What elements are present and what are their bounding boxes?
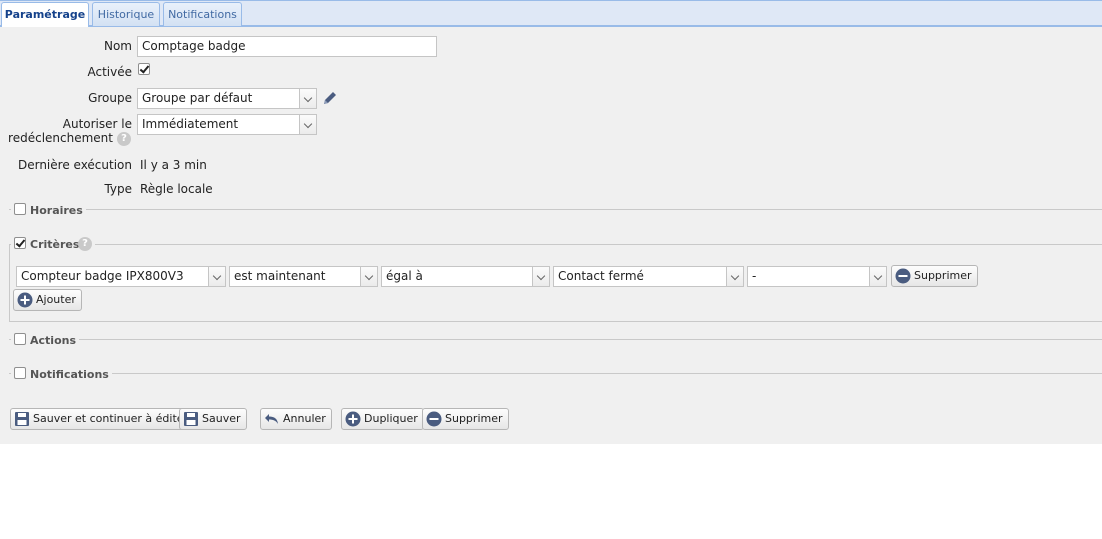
type-label: Type [104, 182, 132, 196]
criteria-left-border [9, 244, 10, 322]
name-label: Nom [103, 39, 132, 53]
notifications-checkbox[interactable] [14, 367, 26, 379]
chevron-down-icon[interactable] [360, 267, 377, 286]
minus-circle-icon [426, 411, 442, 427]
group-select[interactable]: Groupe par défaut [137, 88, 317, 109]
schedules-divider [9, 209, 1102, 210]
tab-historique[interactable]: Historique [92, 2, 160, 26]
minus-circle-icon [895, 268, 911, 284]
chevron-down-icon[interactable] [869, 267, 886, 286]
criteria-delete-label: Supprimer [914, 269, 972, 282]
actions-divider [9, 339, 1102, 340]
undo-arrow-icon [265, 414, 278, 424]
criteria-device-value: Compteur badge IPX800V3 [21, 269, 184, 283]
tab-parametrage[interactable]: Paramétrage [1, 2, 89, 27]
retrigger-select[interactable]: Immédiatement [137, 114, 317, 135]
notifications-divider [9, 373, 1102, 374]
delete-label: Supprimer [445, 412, 503, 425]
schedules-checkbox[interactable] [14, 203, 26, 215]
save-button[interactable]: Sauver [179, 408, 247, 430]
group-label: Groupe [88, 91, 132, 105]
retrigger-label-line2: redéclenchement [8, 131, 113, 145]
schedules-title: Horaires [30, 204, 86, 217]
save-continue-button[interactable]: Sauver et continuer à éditer [10, 408, 195, 430]
tab-notifications[interactable]: Notifications [163, 2, 242, 26]
edit-pencil-icon[interactable] [321, 89, 339, 107]
plus-circle-icon [345, 411, 361, 427]
add-criteria-button[interactable]: Ajouter [13, 289, 82, 311]
cancel-label: Annuler [283, 412, 326, 425]
schedules-legend: Horaires [11, 202, 86, 218]
criteria-value-select[interactable]: Contact fermé [553, 266, 744, 287]
chevron-down-icon[interactable] [726, 267, 743, 286]
name-input[interactable]: Comptage badge [137, 36, 437, 57]
criteria-operator-select[interactable]: égal à [381, 266, 550, 287]
criteria-state-value: est maintenant [234, 269, 326, 283]
criteria-top-border [9, 244, 1102, 245]
criteria-state-select[interactable]: est maintenant [229, 266, 378, 287]
notifications-legend: Notifications [11, 366, 112, 382]
criteria-extra-value: - [752, 269, 757, 283]
enabled-label: Activée [87, 65, 132, 79]
floppy-disk-icon [15, 412, 29, 426]
group-select-value: Groupe par défaut [142, 91, 253, 105]
criteria-bottom-border [9, 321, 1102, 322]
actions-legend: Actions [11, 332, 79, 348]
chevron-down-icon[interactable] [532, 267, 549, 286]
criteria-operator-value: égal à [386, 269, 423, 283]
criteria-value-value: Contact fermé [558, 269, 644, 283]
notifications-title: Notifications [30, 368, 112, 381]
chevron-down-icon[interactable] [299, 115, 316, 134]
criteria-extra-select[interactable]: - [747, 266, 887, 287]
delete-button[interactable]: Supprimer [422, 408, 509, 430]
add-criteria-label: Ajouter [36, 293, 76, 306]
tab-bar: Paramétrage Historique Notifications [0, 0, 1102, 27]
chevron-down-icon[interactable] [299, 89, 316, 108]
save-continue-label: Sauver et continuer à éditer [33, 412, 189, 425]
last-run-label: Dernière exécution [17, 158, 132, 172]
plus-circle-icon [17, 292, 33, 308]
criteria-delete-button[interactable]: Supprimer [891, 265, 978, 287]
chevron-down-icon[interactable] [208, 267, 225, 286]
actions-title: Actions [30, 334, 79, 347]
retrigger-label-line1: Autoriser le [62, 117, 132, 131]
retrigger-select-value: Immédiatement [142, 117, 239, 131]
last-run-value: Il y a 3 min [140, 158, 207, 172]
criteria-title: Critères [30, 238, 83, 251]
duplicate-label: Dupliquer [364, 412, 418, 425]
criteria-checkbox[interactable] [14, 237, 26, 249]
cancel-button[interactable]: Annuler [260, 408, 332, 430]
floppy-disk-icon [184, 412, 198, 426]
actions-checkbox[interactable] [14, 333, 26, 345]
enabled-checkbox[interactable] [138, 63, 150, 75]
type-value: Règle locale [140, 182, 213, 196]
criteria-legend: Critères ? [11, 236, 95, 252]
help-icon[interactable]: ? [78, 237, 92, 251]
criteria-device-select[interactable]: Compteur badge IPX800V3 [16, 266, 226, 287]
duplicate-button[interactable]: Dupliquer [341, 408, 424, 430]
help-icon[interactable]: ? [117, 132, 131, 146]
rule-editor-panel: Paramétrage Historique Notifications Nom… [0, 0, 1102, 444]
save-label: Sauver [202, 412, 241, 425]
